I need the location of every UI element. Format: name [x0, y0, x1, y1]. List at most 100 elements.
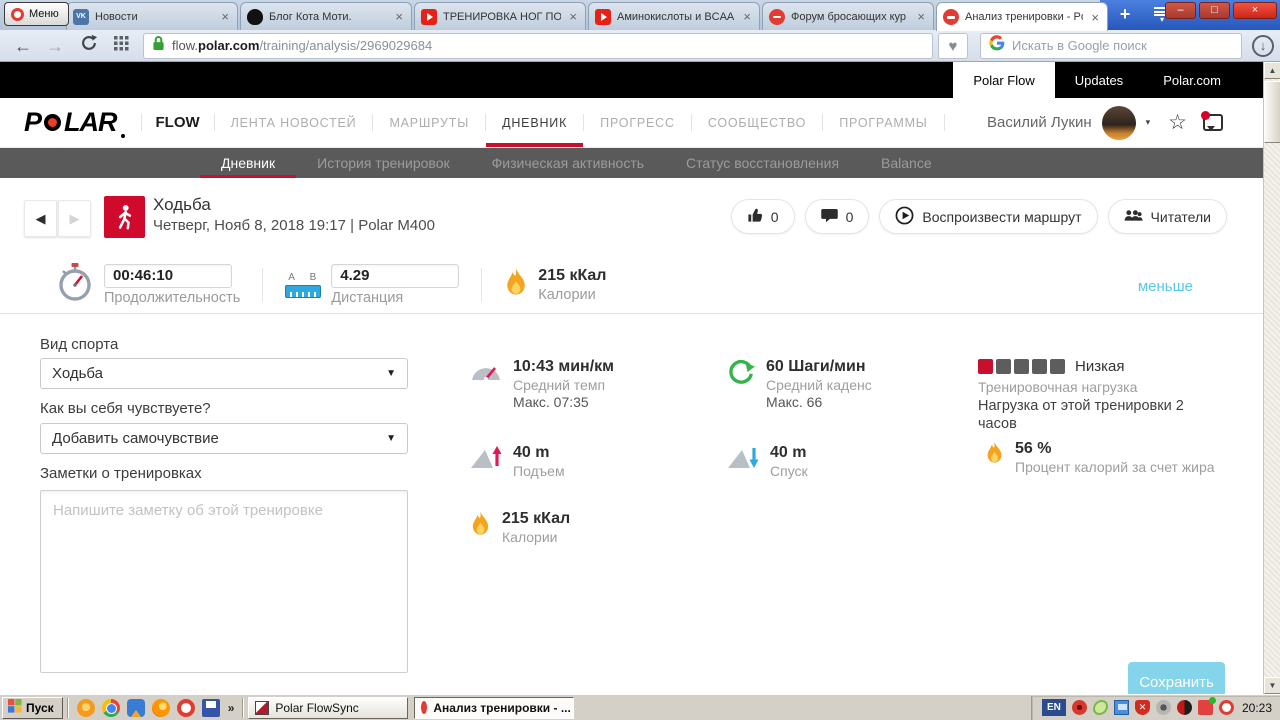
feeling-select[interactable]: Добавить самочувствие ▼	[40, 423, 408, 454]
tab-trenirovka[interactable]: ТРЕНИРОВКА НОГ ПО С ×	[414, 2, 586, 30]
tab-forum[interactable]: Форум бросающих кур ×	[762, 2, 934, 30]
tray-camera-icon[interactable]	[1155, 700, 1171, 715]
calories-label-2: Калории	[502, 529, 558, 545]
like-button[interactable]: 0	[730, 199, 795, 234]
download-icon[interactable]: ↓	[1252, 34, 1274, 57]
notification-dot	[1201, 111, 1210, 120]
user-name[interactable]: Василий Лукин	[987, 114, 1092, 131]
tab-close-icon[interactable]: ×	[1089, 10, 1101, 25]
cat-icon	[247, 8, 263, 25]
browser-menu-button[interactable]: Меню	[4, 2, 69, 26]
task-analiz-trenirovki[interactable]: Анализ тренировки - ...	[414, 696, 575, 719]
reload-icon[interactable]	[80, 34, 98, 57]
ql-orange-app-icon[interactable]	[76, 698, 95, 717]
favorites-star-icon[interactable]: ☆	[1168, 110, 1187, 135]
subnav-history[interactable]: История тренировок	[296, 148, 470, 178]
descent-metric: 40 m Спуск	[727, 444, 808, 479]
task-polar-flowsync[interactable]: Polar FlowSync	[248, 696, 409, 719]
subnav-balance[interactable]: Balance	[860, 148, 953, 178]
play-route-button[interactable]: Воспроизвести маршрут	[879, 199, 1098, 234]
training-subtitle: Четверг, Нояб 8, 2018 19:17 | Polar M400	[153, 217, 435, 234]
tab-close-icon[interactable]: ×	[567, 9, 579, 24]
tab-close-icon[interactable]: ×	[393, 9, 405, 24]
forward-button[interactable]: →	[46, 37, 64, 55]
tab-close-icon[interactable]: ×	[219, 9, 231, 24]
readers-button[interactable]: Читатели	[1107, 199, 1227, 234]
tray-disc-icon[interactable]	[1176, 700, 1192, 715]
less-link[interactable]: меньше	[1138, 278, 1193, 295]
subnav-recovery[interactable]: Статус восстановления	[665, 148, 860, 178]
youtube-icon	[595, 8, 611, 25]
prev-training-button[interactable]: ◀	[24, 200, 57, 237]
scroll-up-button[interactable]: ▲	[1264, 62, 1280, 79]
feeling-label: Как вы себя чувствуете?	[40, 400, 211, 417]
minimize-button[interactable]: –	[1165, 2, 1196, 19]
ql-firefox-icon[interactable]	[151, 698, 170, 717]
search-box[interactable]	[980, 32, 1242, 59]
topbar-polar-flow[interactable]: Polar Flow	[953, 62, 1055, 98]
tab-aminokisloty[interactable]: Аминокислоты и BCAA, ×	[588, 2, 760, 30]
topbar-updates[interactable]: Updates	[1055, 62, 1143, 98]
tray-lime-icon[interactable]	[1092, 700, 1108, 715]
maximize-button[interactable]: □	[1199, 2, 1230, 19]
distance-ruler-icon: AB	[285, 271, 322, 298]
quick-launch-overflow[interactable]: »	[224, 701, 239, 715]
save-button[interactable]: Сохранить	[1128, 662, 1225, 694]
ql-chrome-icon[interactable]	[101, 698, 120, 717]
next-training-button[interactable]: ▶	[58, 200, 91, 237]
tray-network-icon[interactable]	[1113, 700, 1129, 715]
speed-dial-icon[interactable]	[114, 35, 129, 56]
nav-diary[interactable]: ДНЕВНИК	[486, 98, 584, 147]
chevron-down-icon[interactable]: ▾	[1146, 117, 1151, 128]
start-button[interactable]: Пуск	[2, 696, 63, 719]
tab-blog[interactable]: Блог Кота Моти. ×	[240, 2, 412, 30]
ql-save-icon[interactable]	[201, 698, 220, 717]
scroll-down-button[interactable]: ▼	[1264, 677, 1280, 694]
tray-opera-icon[interactable]	[1218, 700, 1234, 715]
bookmark-heart-icon[interactable]: ♥	[938, 32, 968, 59]
tray-mail-icon[interactable]	[1197, 697, 1216, 715]
scrollbar-thumb[interactable]	[1264, 81, 1280, 143]
url-field[interactable]: flow.polar.com/training/analysis/2969029…	[143, 32, 933, 59]
polar-logo[interactable]: P LAR	[24, 98, 125, 147]
tray-shield-icon[interactable]: ✕	[1134, 700, 1150, 715]
walking-sport-icon	[104, 196, 145, 238]
feeling-select-value: Добавить самочувствие	[52, 430, 219, 447]
new-tab-button[interactable]: +	[1112, 4, 1138, 26]
user-area: Василий Лукин ▾ ☆	[987, 98, 1263, 147]
nav-routes[interactable]: МАРШРУТЫ	[373, 98, 485, 147]
nav-community[interactable]: СООБЩЕСТВО	[692, 98, 822, 147]
calories-label: Калории	[538, 286, 596, 303]
language-indicator[interactable]: EN	[1041, 699, 1066, 716]
subnav-diary[interactable]: Дневник	[200, 148, 296, 178]
url-text: flow.polar.com/training/analysis/2969029…	[172, 38, 433, 53]
avatar[interactable]	[1101, 105, 1136, 140]
back-button[interactable]: ←	[14, 37, 32, 55]
tab-analiz-active[interactable]: Анализ тренировки - Po ×	[936, 2, 1108, 31]
distance-input[interactable]	[331, 263, 460, 288]
marker-a: A	[288, 271, 295, 283]
ql-opera-icon[interactable]	[176, 698, 195, 717]
close-button[interactable]: ×	[1233, 2, 1277, 19]
load-square	[1014, 359, 1029, 374]
nav-feed[interactable]: ЛЕНТА НОВОСТЕЙ	[215, 98, 373, 147]
tray-flower-icon[interactable]	[1071, 700, 1087, 715]
tab-close-icon[interactable]: ×	[741, 9, 753, 24]
sport-select[interactable]: Ходьба ▼	[40, 358, 408, 389]
page-scrollbar[interactable]: ▲ ▼	[1263, 62, 1280, 694]
tab-novosti[interactable]: VK Новости ×	[66, 2, 238, 30]
notes-textarea[interactable]	[40, 490, 408, 673]
ql-blue-app-icon[interactable]	[126, 698, 145, 717]
search-input[interactable]	[1012, 38, 1233, 53]
nav-progress[interactable]: ПРОГРЕСС	[584, 98, 691, 147]
tab-close-icon[interactable]: ×	[915, 9, 927, 24]
descent-icon	[727, 444, 759, 479]
nav-programs[interactable]: ПРОГРАММЫ	[823, 98, 943, 147]
duration-input[interactable]	[104, 263, 232, 288]
notifications-icon[interactable]	[1201, 111, 1223, 131]
flame-icon	[985, 440, 1004, 477]
cadence-icon	[727, 358, 755, 410]
topbar-polar-com[interactable]: Polar.com	[1143, 62, 1241, 98]
subnav-activity[interactable]: Физическая активность	[471, 148, 665, 178]
comment-button[interactable]: 0	[804, 199, 870, 234]
